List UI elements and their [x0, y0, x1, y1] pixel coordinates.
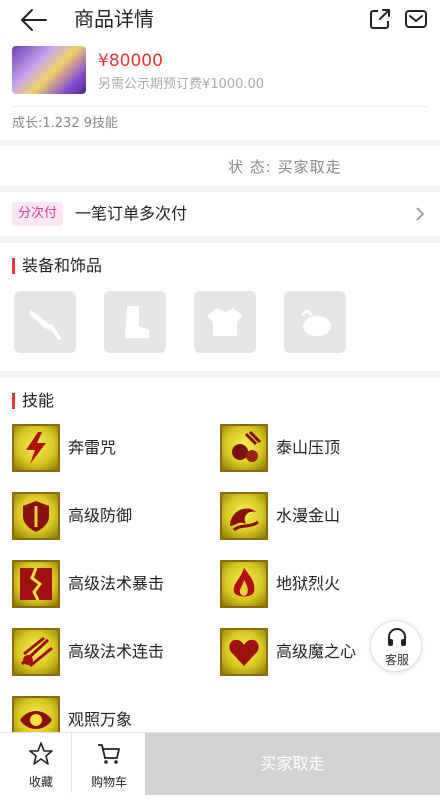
skill-item[interactable]: 水漫金山 [220, 492, 400, 540]
lightning-icon [12, 424, 60, 472]
customer-service-label: 客服 [384, 653, 409, 667]
equipment-slot-weapon[interactable] [14, 291, 76, 353]
equipment-section: 装备和饰品 [0, 243, 440, 371]
status-text: 状 态: 买家取走 [228, 158, 342, 176]
buy-button-disabled[interactable]: 买家取走 [145, 733, 440, 795]
skill-item[interactable]: 高级防御 [12, 492, 192, 540]
installment-tag: 分次付 [12, 202, 64, 226]
bottom-action-bar: 收藏 购物车 买家取走 [0, 732, 440, 803]
cart-button[interactable]: 购物车 [80, 733, 138, 793]
burst-icon [12, 628, 60, 676]
share-icon[interactable] [368, 7, 392, 31]
boulder-icon [220, 424, 268, 472]
heart-icon [220, 628, 268, 676]
boot-icon [125, 306, 149, 338]
page: 商品详情 ¥80000 另需公示期预订费¥1000.00 成长:1.232 9技… [0, 0, 440, 803]
skill-name: 泰山压顶 [276, 438, 341, 457]
skill-name: 高级魔之心 [276, 642, 357, 661]
mail-icon[interactable] [404, 8, 428, 30]
cart-label: 购物车 [90, 775, 127, 789]
crack-icon [12, 560, 60, 608]
skill-item[interactable]: 地狱烈火 [220, 560, 400, 608]
skill-name: 高级法术暴击 [68, 574, 165, 593]
wave-icon [220, 492, 268, 540]
divider [12, 106, 428, 107]
skill-item[interactable]: 泰山压顶 [220, 424, 400, 472]
star-icon [29, 742, 53, 765]
skill-name: 水漫金山 [276, 506, 341, 525]
product-thumbnail[interactable] [12, 46, 86, 94]
top-bar: 商品详情 [0, 0, 440, 40]
skills-section: 技能 奔雷咒 泰山压顶 高级防御 水漫金山 高级法术暴击 地狱烈火 高级法术连击… [0, 378, 440, 744]
armor-icon [207, 308, 243, 336]
section-title-skills: 技能 [12, 390, 54, 412]
divider [71, 733, 72, 793]
skill-item[interactable]: 高级法术连击 [12, 628, 192, 676]
weapon-icon [29, 310, 61, 340]
shield-icon [12, 492, 60, 540]
chevron-right-icon [416, 207, 425, 221]
reservation-fee-note: 另需公示期预订费¥1000.00 [98, 77, 265, 92]
status-row: 状 态: 买家取走 [0, 146, 440, 186]
customer-service-button[interactable]: 客服 [370, 620, 422, 672]
equipment-slot-accessory[interactable] [284, 291, 346, 353]
section-title-equipment: 装备和饰品 [12, 255, 102, 277]
price: ¥80000 [98, 51, 163, 71]
installment-row[interactable]: 分次付 一笔订单多次付 [0, 192, 440, 236]
accessory-icon [301, 310, 331, 336]
equipment-slot-armor[interactable] [194, 291, 256, 353]
favorite-button[interactable]: 收藏 [12, 733, 70, 793]
equipment-slot-boot[interactable] [104, 291, 166, 353]
favorite-label: 收藏 [28, 775, 53, 789]
skill-item[interactable]: 奔雷咒 [12, 424, 192, 472]
skill-name: 地狱烈火 [276, 574, 341, 593]
arrow-left-icon[interactable] [18, 6, 50, 34]
installment-text: 一笔订单多次付 [75, 204, 188, 223]
skill-name: 观照万象 [68, 710, 133, 729]
skill-name: 高级防御 [68, 506, 133, 525]
skill-name: 奔雷咒 [68, 438, 117, 457]
product-summary: ¥80000 另需公示期预订费¥1000.00 成长:1.232 9技能 [0, 40, 440, 140]
page-title: 商品详情 [74, 7, 154, 31]
cart-icon [98, 744, 120, 764]
fire-icon [220, 560, 268, 608]
skill-name: 高级法术连击 [68, 642, 165, 661]
skill-item[interactable]: 高级法术暴击 [12, 560, 192, 608]
growth-info: 成长:1.232 9技能 [12, 116, 118, 131]
headset-icon [388, 628, 406, 646]
